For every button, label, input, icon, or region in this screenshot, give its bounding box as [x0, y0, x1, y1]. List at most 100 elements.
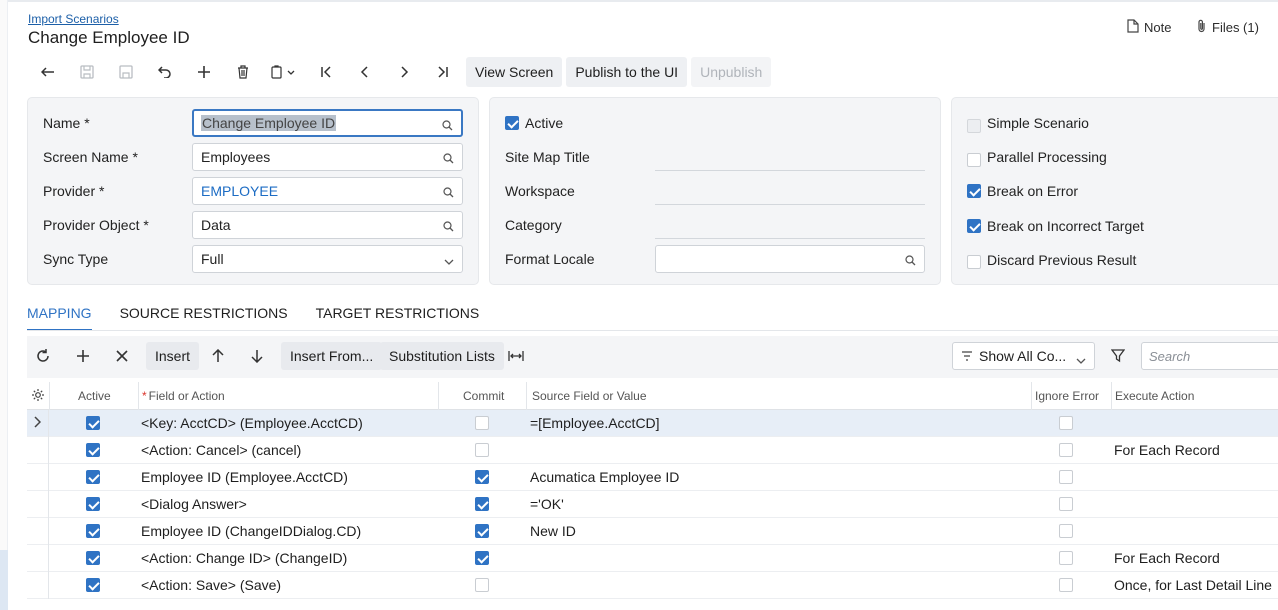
chevron-down-icon[interactable] — [444, 253, 454, 269]
parallel-processing-checkbox[interactable] — [967, 153, 981, 167]
format-locale-field[interactable] — [655, 245, 925, 273]
copy-paste-icon[interactable] — [262, 57, 306, 87]
save-icon[interactable] — [106, 57, 145, 87]
row-active-checkbox[interactable] — [86, 578, 100, 592]
table-row[interactable]: Employee ID (ChangeIDDialog.CD) New ID — [27, 518, 1278, 545]
move-up-icon[interactable] — [202, 342, 234, 370]
last-record-icon[interactable] — [423, 57, 462, 87]
row-active-checkbox[interactable] — [86, 551, 100, 565]
delete-row-icon[interactable] — [106, 342, 138, 370]
provider-field[interactable]: EMPLOYEE — [192, 177, 463, 205]
delete-icon[interactable] — [223, 57, 262, 87]
fit-columns-icon[interactable] — [500, 342, 532, 370]
row-ignore-error-checkbox[interactable] — [1059, 551, 1073, 565]
row-field[interactable]: <Action: Cancel> (cancel) — [141, 442, 301, 458]
insert-from-button[interactable]: Insert From... — [281, 342, 383, 370]
provider-object-field[interactable]: Data — [192, 211, 463, 239]
add-icon[interactable] — [184, 57, 223, 87]
prev-record-icon[interactable] — [345, 57, 384, 87]
search-icon[interactable] — [443, 185, 454, 201]
search-icon[interactable] — [905, 253, 916, 269]
breadcrumb[interactable]: Import Scenarios — [28, 12, 119, 26]
filter-icon[interactable] — [1102, 342, 1134, 370]
table-row[interactable]: <Action: Cancel> (cancel) For Each Recor… — [27, 437, 1278, 464]
files-button[interactable]: Files (1) — [1197, 19, 1259, 36]
search-icon[interactable] — [442, 118, 453, 134]
row-source[interactable]: =[Employee.AcctCD] — [530, 415, 660, 431]
table-row[interactable]: <Dialog Answer> ='OK' — [27, 491, 1278, 518]
search-icon[interactable] — [443, 151, 454, 167]
col-source-field-or-value[interactable]: Source Field or Value — [532, 389, 647, 403]
row-commit-checkbox[interactable] — [475, 416, 489, 430]
row-field[interactable]: <Dialog Answer> — [141, 496, 247, 512]
settings-icon[interactable] — [31, 388, 45, 405]
table-row[interactable]: <Action: Save> (Save) Once, for Last Det… — [27, 572, 1278, 599]
table-row[interactable]: Employee ID (Employee.AcctCD) Acumatica … — [27, 464, 1278, 491]
next-record-icon[interactable] — [384, 57, 423, 87]
row-field[interactable]: Employee ID (Employee.AcctCD) — [141, 469, 348, 485]
col-execute-action[interactable]: Execute Action — [1115, 389, 1194, 403]
view-screen-button[interactable]: View Screen — [466, 57, 563, 87]
tab-mapping[interactable]: MAPPING — [27, 305, 92, 331]
unpublish-button[interactable]: Unpublish — [691, 57, 772, 87]
publish-button[interactable]: Publish to the UI — [566, 57, 688, 87]
screen-name-field[interactable]: Employees — [192, 143, 463, 171]
row-ignore-error-checkbox[interactable] — [1059, 416, 1073, 430]
col-ignore-error[interactable]: Ignore Error — [1035, 389, 1099, 403]
row-execute[interactable]: For Each Record — [1114, 442, 1220, 458]
row-commit-checkbox[interactable] — [475, 443, 489, 457]
row-ignore-error-checkbox[interactable] — [1059, 443, 1073, 457]
row-commit-checkbox[interactable] — [475, 578, 489, 592]
row-field[interactable]: <Action: Change ID> (ChangeID) — [141, 550, 347, 566]
row-active-checkbox[interactable] — [86, 470, 100, 484]
row-commit-checkbox[interactable] — [475, 470, 489, 484]
break-on-error-checkbox[interactable] — [967, 184, 981, 198]
substitution-lists-button[interactable]: Substitution Lists — [380, 342, 504, 370]
row-execute[interactable]: Once, for Last Detail Line — [1114, 577, 1272, 593]
add-row-icon[interactable] — [67, 342, 99, 370]
row-source[interactable]: Acumatica Employee ID — [530, 469, 679, 485]
row-source[interactable]: ='OK' — [530, 496, 564, 512]
row-commit-checkbox[interactable] — [475, 497, 489, 511]
active-checkbox[interactable] — [505, 116, 519, 130]
row-execute[interactable]: For Each Record — [1114, 550, 1220, 566]
row-ignore-error-checkbox[interactable] — [1059, 497, 1073, 511]
note-button[interactable]: Note — [1127, 19, 1171, 36]
move-down-icon[interactable] — [241, 342, 273, 370]
col-commit[interactable]: Commit — [463, 389, 504, 403]
simple-scenario-checkbox[interactable] — [967, 119, 981, 133]
save-close-icon[interactable] — [67, 57, 106, 87]
tab-target-restrictions[interactable]: TARGET RESTRICTIONS — [316, 305, 480, 331]
sync-type-select[interactable]: Full — [192, 245, 463, 273]
row-field[interactable]: Employee ID (ChangeIDDialog.CD) — [141, 523, 361, 539]
row-active-checkbox[interactable] — [86, 497, 100, 511]
insert-button[interactable]: Insert — [146, 342, 200, 370]
row-active-checkbox[interactable] — [86, 443, 100, 457]
undo-icon[interactable] — [145, 57, 184, 87]
break-on-incorrect-target-checkbox[interactable] — [967, 219, 981, 233]
table-row[interactable]: <Key: AcctCD> (Employee.AcctCD) =[Employ… — [27, 410, 1278, 437]
row-commit-checkbox[interactable] — [475, 551, 489, 565]
search-icon[interactable] — [443, 219, 454, 235]
workspace-field[interactable] — [655, 177, 925, 205]
chevron-right-icon[interactable] — [33, 415, 42, 431]
tab-source-restrictions[interactable]: SOURCE RESTRICTIONS — [120, 305, 288, 331]
grid-search-input[interactable]: Search — [1141, 342, 1278, 370]
col-field-or-action[interactable]: * Field or Action — [142, 389, 225, 403]
row-ignore-error-checkbox[interactable] — [1059, 470, 1073, 484]
row-active-checkbox[interactable] — [86, 524, 100, 538]
row-field[interactable]: <Key: AcctCD> (Employee.AcctCD) — [141, 415, 363, 431]
refresh-icon[interactable] — [27, 342, 59, 370]
site-map-title-field[interactable] — [655, 143, 925, 171]
row-active-checkbox[interactable] — [86, 416, 100, 430]
category-field[interactable] — [655, 211, 925, 239]
discard-previous-result-checkbox[interactable] — [967, 255, 981, 269]
row-commit-checkbox[interactable] — [475, 524, 489, 538]
row-field[interactable]: <Action: Save> (Save) — [141, 577, 281, 593]
back-arrow-icon[interactable] — [28, 57, 67, 87]
row-source[interactable]: New ID — [530, 523, 576, 539]
row-ignore-error-checkbox[interactable] — [1059, 524, 1073, 538]
table-row[interactable]: <Action: Change ID> (ChangeID) For Each … — [27, 545, 1278, 572]
col-active[interactable]: Active — [78, 389, 111, 403]
name-field[interactable]: Change Employee ID — [192, 109, 463, 137]
